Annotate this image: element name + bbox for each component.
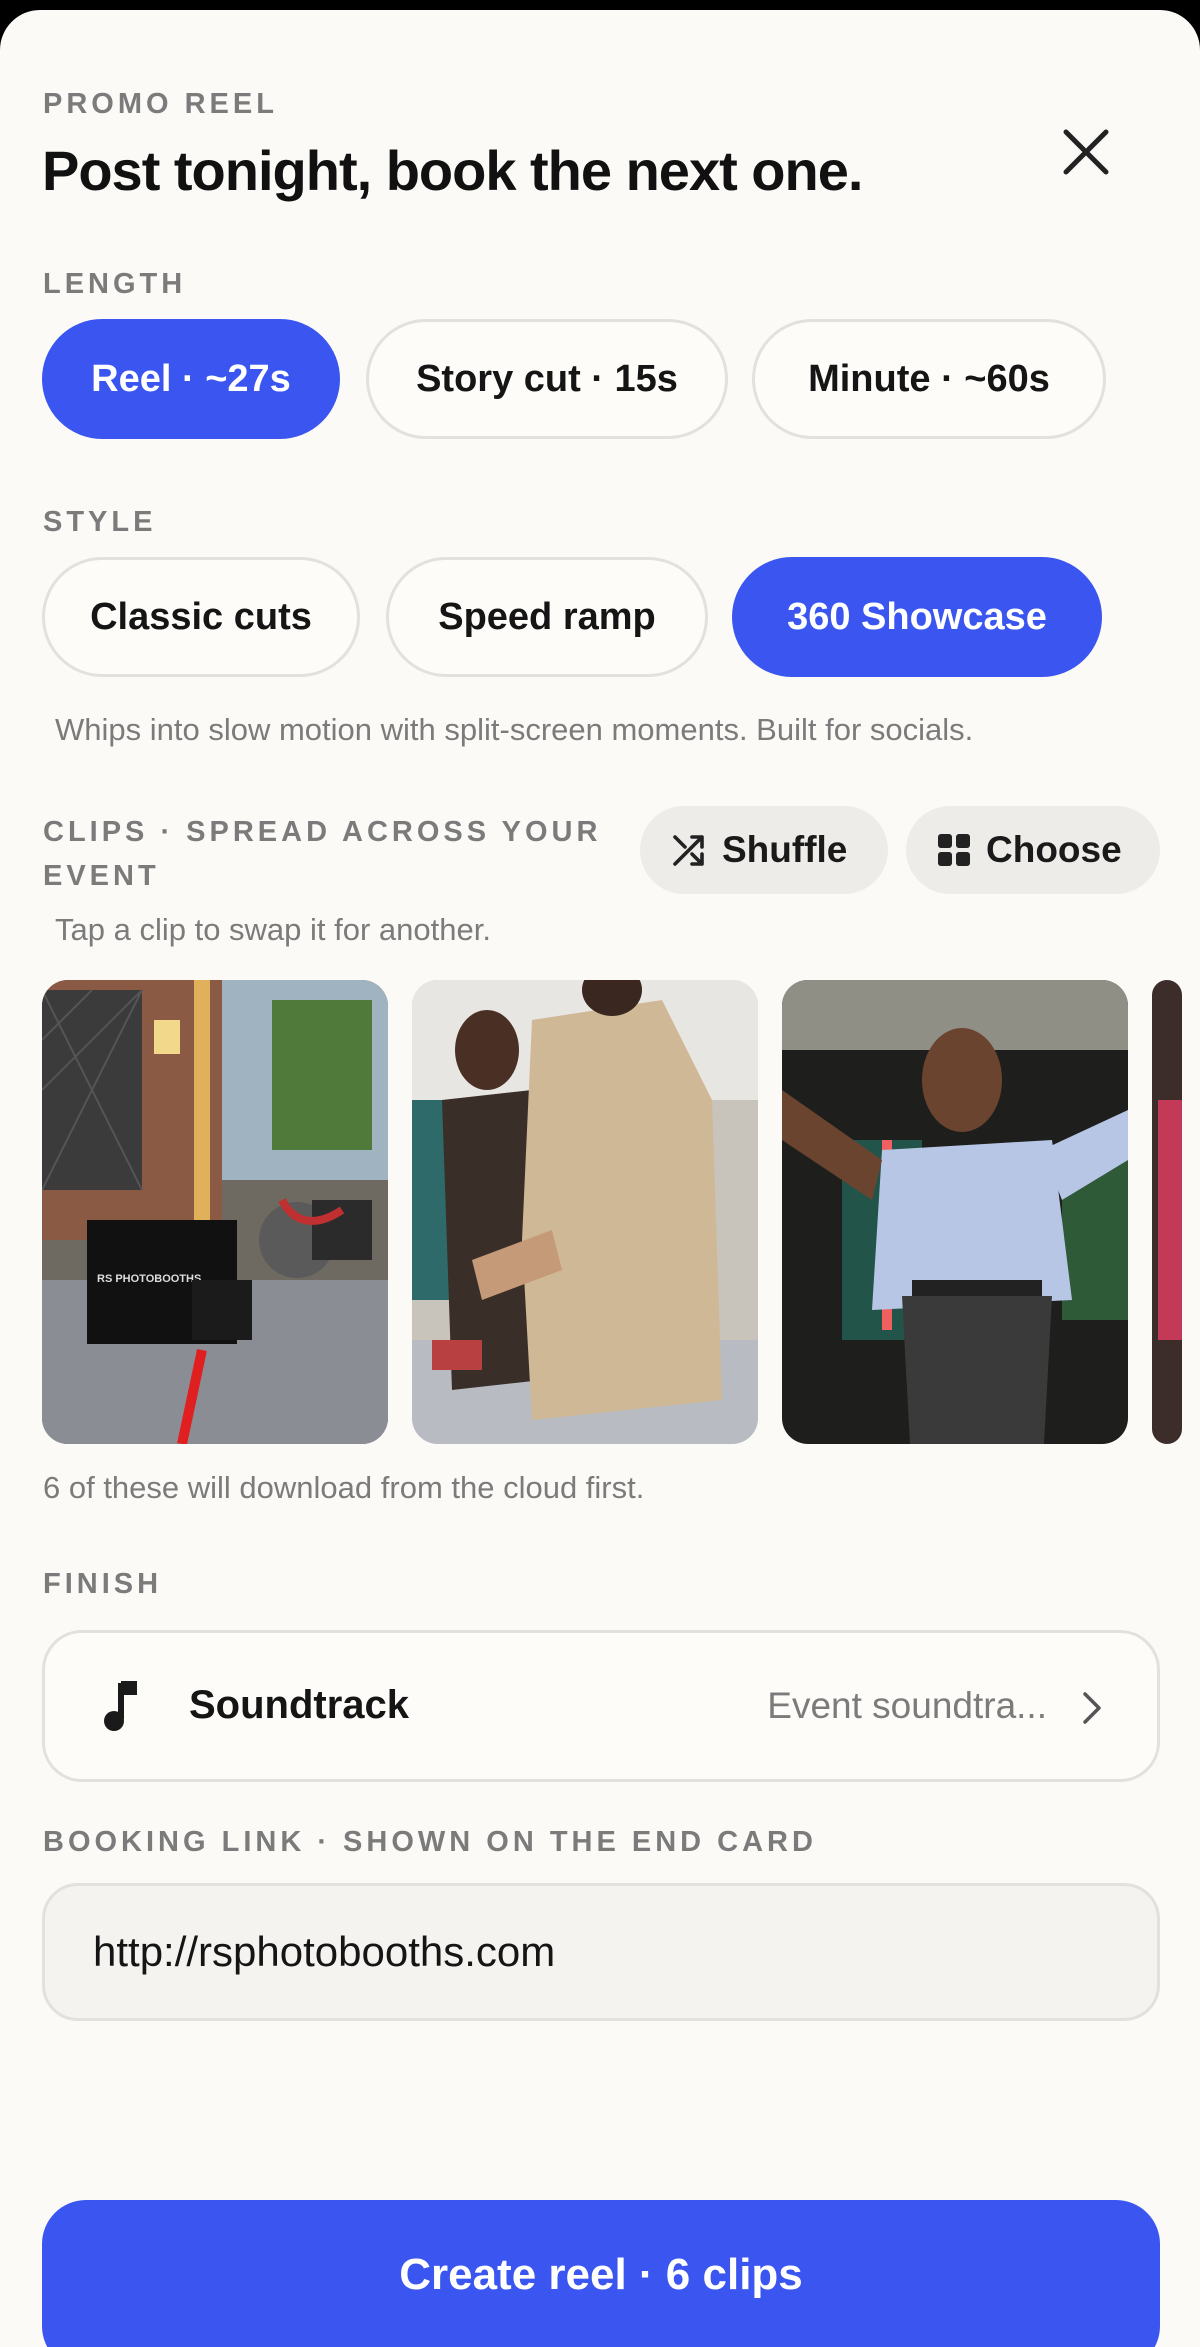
- page-title: Post tonight, book the next one.: [42, 139, 863, 202]
- style-option-classic-cuts[interactable]: Classic cuts: [42, 557, 360, 677]
- create-reel-button[interactable]: Create reel · 6 clips: [42, 2200, 1160, 2347]
- clip-thumbnail[interactable]: [412, 980, 758, 1444]
- clip-thumbnail-image: RS PHOTOBOOTHS: [42, 980, 388, 1444]
- style-option-speed-ramp[interactable]: Speed ramp: [386, 557, 708, 677]
- clip-thumbnail[interactable]: [782, 980, 1128, 1444]
- clip-thumbnail-image: [412, 980, 758, 1444]
- music-note-icon: [104, 1681, 137, 1731]
- clip-thumbnail-image: [782, 980, 1128, 1444]
- shuffle-button[interactable]: Shuffle: [640, 806, 888, 894]
- download-note: 6 of these will download from the cloud …: [43, 1470, 645, 1505]
- length-option-reel[interactable]: Reel · ~27s: [42, 319, 340, 439]
- choose-label: Choose: [986, 829, 1122, 870]
- soundtrack-label: Soundtrack: [189, 1683, 410, 1727]
- length-option-story-cut[interactable]: Story cut · 15s: [366, 319, 728, 439]
- shuffle-icon: [673, 835, 704, 866]
- clips-label-line1: CLIPS · SPREAD ACROSS YOUR: [43, 816, 602, 848]
- clips-label: CLIPS · SPREAD ACROSS YOUR EVENT: [43, 810, 603, 898]
- length-label: LENGTH: [43, 268, 187, 300]
- clips-label-line2: EVENT: [43, 860, 160, 892]
- chevron-right-icon: [1083, 1692, 1101, 1724]
- soundtrack-row[interactable]: Soundtrack Event soundtra...: [42, 1630, 1160, 1782]
- style-label: STYLE: [43, 506, 157, 538]
- finish-label: FINISH: [43, 1568, 163, 1600]
- promo-reel-sheet: PROMO REEL Post tonight, book the next o…: [0, 10, 1200, 2347]
- clips-hint: Tap a clip to swap it for another.: [55, 912, 491, 947]
- clip-thumbnail[interactable]: RS PHOTOBOOTHS: [42, 980, 388, 1444]
- clip-thumbnail[interactable]: [1152, 980, 1182, 1444]
- choose-button[interactable]: Choose: [906, 806, 1160, 894]
- length-option-minute[interactable]: Minute · ~60s: [752, 319, 1106, 439]
- clip-thumbnail-image: [1152, 980, 1182, 1444]
- booking-link-input[interactable]: http://rsphotobooths.com: [42, 1883, 1160, 2021]
- close-icon: [1063, 129, 1109, 175]
- soundtrack-value: Event soundtra...: [767, 1685, 1047, 1726]
- style-option-360-showcase[interactable]: 360 Showcase: [732, 557, 1102, 677]
- close-button[interactable]: [1056, 122, 1116, 182]
- thumb-booth-text: RS PHOTOBOOTHS: [97, 1273, 201, 1285]
- booking-link-label: BOOKING LINK · SHOWN ON THE END CARD: [43, 1826, 817, 1858]
- shuffle-label: Shuffle: [722, 829, 848, 870]
- kicker: PROMO REEL: [43, 88, 278, 120]
- grid-icon: [938, 834, 970, 866]
- style-description: Whips into slow motion with split-screen…: [55, 712, 974, 747]
